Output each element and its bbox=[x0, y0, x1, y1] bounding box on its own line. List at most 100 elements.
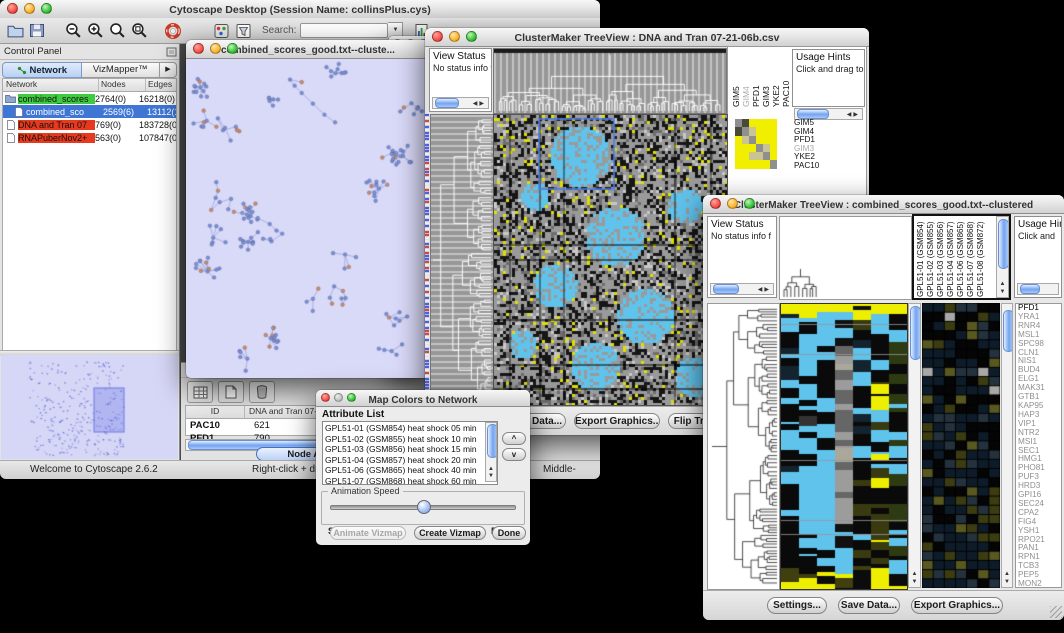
cytoscape-titlebar[interactable]: Cytoscape Desktop (Session Name: collins… bbox=[0, 0, 600, 19]
network-view-canvas[interactable] bbox=[186, 59, 430, 378]
search-input[interactable] bbox=[300, 23, 388, 38]
tab-vizmapper[interactable]: VizMapper™ bbox=[82, 62, 161, 78]
heatmap-cell[interactable] bbox=[749, 127, 756, 135]
zoom-window-icon[interactable] bbox=[347, 393, 356, 402]
speed-slider[interactable] bbox=[330, 498, 516, 514]
heatmap-canvas[interactable] bbox=[493, 114, 728, 406]
zoom-out-icon[interactable] bbox=[62, 21, 84, 41]
done-button[interactable]: Done bbox=[492, 526, 526, 540]
select-attributes-icon[interactable] bbox=[187, 381, 213, 403]
dialog-titlebar[interactable]: Map Colors to Network bbox=[316, 390, 530, 407]
view-status-hscroll[interactable]: ◀▶ bbox=[710, 283, 774, 295]
zoom-fit-icon[interactable] bbox=[106, 21, 128, 41]
treeview1-titlebar[interactable]: ClusterMaker TreeView : DNA and Tran 07-… bbox=[425, 28, 869, 47]
col-header-network[interactable]: Network bbox=[3, 79, 99, 91]
detail-heatmap-canvas[interactable] bbox=[922, 303, 1000, 588]
footer-button[interactable]: Settings... bbox=[767, 597, 827, 614]
heatmap-cell[interactable] bbox=[763, 160, 770, 168]
close-icon[interactable] bbox=[321, 393, 330, 402]
tab-network[interactable]: Network bbox=[2, 62, 82, 78]
zoom-window-icon[interactable] bbox=[41, 3, 52, 14]
attribute-list-item[interactable]: GPL51-03 (GSM856) heat shock 15 min bbox=[325, 444, 495, 455]
network-list-item[interactable]: RNAPuberNov2+563(0)107847(0) bbox=[3, 131, 176, 144]
footer-button[interactable]: Export Graphics... bbox=[911, 597, 1003, 614]
heatmap-cell[interactable] bbox=[735, 127, 742, 135]
network-list-item[interactable]: combined_sco2569(6)13112(15) bbox=[3, 105, 176, 118]
heatmap-cell[interactable] bbox=[770, 136, 777, 144]
treeview2-titlebar[interactable]: ClusterMaker TreeView : combined_scores_… bbox=[703, 195, 1064, 214]
zoom-in-icon[interactable] bbox=[84, 21, 106, 41]
minimize-icon[interactable] bbox=[210, 43, 221, 54]
resize-grip[interactable] bbox=[1050, 606, 1062, 618]
zoom-window-icon[interactable] bbox=[744, 198, 755, 209]
detail-heatmap[interactable] bbox=[735, 119, 777, 169]
scroll-down-icon[interactable]: ▼ bbox=[909, 579, 920, 586]
save-icon[interactable] bbox=[26, 21, 48, 41]
heatmap-cell[interactable] bbox=[742, 160, 749, 168]
heatmap-vscroll[interactable]: ▲ ▼ bbox=[908, 303, 921, 588]
footer-button[interactable]: Save Data... bbox=[838, 597, 900, 614]
scroll-up-icon[interactable]: ▲ bbox=[486, 466, 496, 473]
close-icon[interactable] bbox=[193, 43, 204, 54]
scroll-down-icon[interactable]: ▼ bbox=[486, 473, 496, 480]
heatmap-cell[interactable] bbox=[735, 136, 742, 144]
heatmap-cell[interactable] bbox=[763, 127, 770, 135]
heatmap-cell[interactable] bbox=[742, 152, 749, 160]
heatmap-cell[interactable] bbox=[770, 119, 777, 127]
open-icon[interactable] bbox=[4, 21, 26, 41]
attribute-list-item[interactable]: GPL51-01 (GSM854) heat shock 05 min bbox=[325, 423, 495, 434]
network-titlebar[interactable]: combined_scores_good.txt--cluste... bbox=[186, 40, 430, 59]
column-dendrogram-canvas[interactable] bbox=[493, 48, 727, 114]
network-list-item[interactable]: DNA and Tran 07769(0)183728(0) bbox=[3, 118, 176, 131]
heatmap-cell[interactable] bbox=[749, 144, 756, 152]
close-icon[interactable] bbox=[710, 198, 721, 209]
move-down-button[interactable]: v bbox=[502, 448, 526, 461]
window-controls[interactable] bbox=[7, 3, 52, 14]
detail-vscroll[interactable]: ▲ ▼ bbox=[1001, 303, 1013, 588]
heatmap-cell[interactable] bbox=[749, 119, 756, 127]
heatmap-cell[interactable] bbox=[770, 144, 777, 152]
heatmap-cell[interactable] bbox=[763, 144, 770, 152]
heatmap-cell[interactable] bbox=[763, 136, 770, 144]
heatmap-cell[interactable] bbox=[770, 127, 777, 135]
close-icon[interactable] bbox=[7, 3, 18, 14]
view-status-hscroll[interactable]: ◀▶ bbox=[432, 97, 489, 109]
move-up-button[interactable]: ^ bbox=[502, 432, 526, 445]
row-dendrogram-canvas[interactable] bbox=[430, 114, 494, 406]
attribute-list-vscroll[interactable]: ▲ ▼ bbox=[485, 422, 497, 482]
heatmap-cell[interactable] bbox=[742, 136, 749, 144]
heatmap-cell[interactable] bbox=[763, 119, 770, 127]
heatmap-cell[interactable] bbox=[756, 144, 763, 152]
slider-thumb[interactable] bbox=[417, 500, 431, 514]
heatmap-cell[interactable] bbox=[749, 136, 756, 144]
animate-vizmap-button[interactable]: Animate Vizmap bbox=[330, 526, 406, 540]
float-panel-icon[interactable] bbox=[163, 45, 179, 58]
heatmap-cell[interactable] bbox=[763, 152, 770, 160]
heatmap-cell[interactable] bbox=[770, 160, 777, 168]
heatmap-cell[interactable] bbox=[749, 160, 756, 168]
scroll-up-icon[interactable]: ▲ bbox=[997, 281, 1008, 288]
attribute-list-item[interactable]: GPL51-07 (GSM868) heat shock 60 min bbox=[325, 476, 495, 486]
scroll-arrows-icon[interactable]: ◀▶ bbox=[758, 286, 773, 293]
heatmap-cell[interactable] bbox=[735, 119, 742, 127]
heatmap-cell[interactable] bbox=[742, 144, 749, 152]
heatmap-cell[interactable] bbox=[756, 152, 763, 160]
heatmap-cell[interactable] bbox=[756, 127, 763, 135]
network-overview-canvas[interactable] bbox=[1, 355, 178, 459]
col-header-edges[interactable]: Edges bbox=[146, 79, 176, 91]
tab-overflow-icon[interactable]: ▶ bbox=[160, 62, 177, 78]
column-dendrogram-canvas[interactable] bbox=[779, 216, 912, 300]
footer-button[interactable]: Export Graphics... bbox=[574, 413, 660, 429]
vizmapper-icon[interactable] bbox=[210, 21, 232, 41]
attribute-list-item[interactable]: GPL51-06 (GSM865) heat shock 40 min bbox=[325, 465, 495, 476]
help-icon[interactable] bbox=[162, 21, 184, 41]
attribute-list-item[interactable]: GPL51-02 (GSM855) heat shock 10 min bbox=[325, 434, 495, 445]
filter-icon[interactable] bbox=[232, 21, 254, 41]
network-list-item[interactable]: combined_scores2764(0)16218(0) bbox=[3, 92, 176, 105]
minimize-icon[interactable] bbox=[24, 3, 35, 14]
scroll-down-icon[interactable]: ▼ bbox=[997, 289, 1008, 296]
heatmap-cell[interactable] bbox=[756, 136, 763, 144]
heatmap-cell[interactable] bbox=[749, 152, 756, 160]
scroll-up-icon[interactable]: ▲ bbox=[909, 571, 920, 578]
minimize-icon[interactable] bbox=[334, 393, 343, 402]
